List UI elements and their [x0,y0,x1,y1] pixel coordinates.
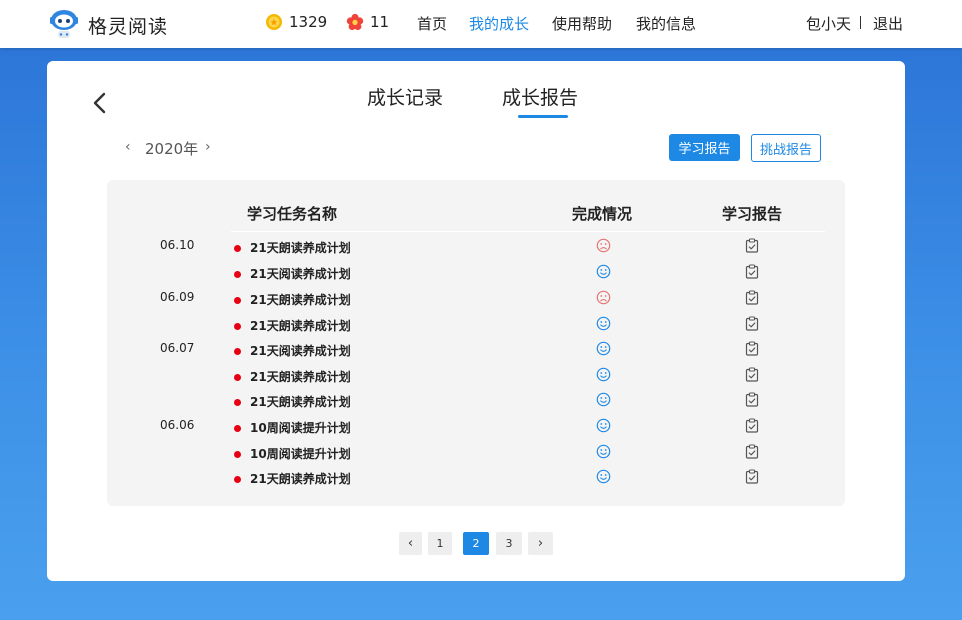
bullet-dot-icon [234,476,241,483]
task-name[interactable]: 21天朗读养成计划 [250,368,351,385]
task-name[interactable]: 21天阅读养成计划 [250,265,351,282]
top-bar: 格灵阅读 1329 11 首页 我的成长 使用帮助 我的信息 包小天 退出 [0,0,962,48]
page-next-button[interactable]: › [528,532,553,555]
nav-help[interactable]: 使用帮助 [552,13,612,34]
robot-logo-icon [50,10,78,38]
tab-growth-report[interactable]: 成长报告 [502,83,578,110]
smile-face-icon[interactable] [596,341,611,356]
page-prev-button[interactable]: ‹ [399,532,422,555]
clipboard-report-icon[interactable] [745,341,759,356]
study-report-button[interactable]: 学习报告 [669,134,740,161]
report-card: 成长记录 成长报告 ‹ 2020年 › 学习报告 挑战报告 学习任务名称 完成情… [47,61,905,581]
task-name[interactable]: 21天朗读养成计划 [250,393,351,410]
divider [860,16,861,29]
column-header-task-name: 学习任务名称 [247,205,338,223]
sad-face-icon[interactable] [596,238,611,253]
table-row: 06.07 21天阅读养成计划 [107,341,845,367]
smile-face-icon[interactable] [596,367,611,382]
year-prev-icon[interactable]: ‹ [125,139,131,155]
user-name[interactable]: 包小天 [806,13,851,34]
logout-link[interactable]: 退出 [873,13,903,34]
bullet-dot-icon [234,297,241,304]
nav-my-growth[interactable]: 我的成长 [469,13,529,34]
table-row: 21天朗读养成计划 [107,392,845,418]
table-row: 06.10 21天朗读养成计划 [107,238,845,264]
coin-icon [266,14,282,30]
coin-counter: 1329 [265,13,327,31]
page-2-button[interactable]: 2 [463,532,489,555]
page-1-button[interactable]: 1 [428,532,452,555]
table-row: 06.06 10周阅读提升计划 [107,418,845,444]
bullet-dot-icon [234,271,241,278]
task-name[interactable]: 21天朗读养成计划 [250,291,351,308]
header-divider [231,231,825,232]
smile-face-icon[interactable] [596,418,611,433]
smile-face-icon[interactable] [596,469,611,484]
column-header-report: 学习报告 [722,205,783,223]
flower-counter: 11 [346,13,389,31]
flower-icon [346,13,364,31]
table-row: 21天朗读养成计划 [107,316,845,342]
smile-face-icon[interactable] [596,392,611,407]
clipboard-report-icon[interactable] [745,444,759,459]
bullet-dot-icon [234,348,241,355]
clipboard-report-icon[interactable] [745,418,759,433]
task-name[interactable]: 21天阅读养成计划 [250,342,351,359]
task-name[interactable]: 10周阅读提升计划 [250,419,351,436]
bullet-dot-icon [234,323,241,330]
row-date: 06.07 [160,341,195,355]
row-date: 06.06 [160,418,195,432]
task-name[interactable]: 21天朗读养成计划 [250,317,351,334]
task-table: 学习任务名称 完成情况 学习报告 06.10 21天朗读养成计划 21天阅读养成计划… [107,180,845,506]
nav-home[interactable]: 首页 [417,13,447,34]
year-label: 2020年 [145,140,199,158]
row-date: 06.09 [160,290,195,304]
bullet-dot-icon [234,451,241,458]
bullet-dot-icon [234,425,241,432]
tab-growth-record[interactable]: 成长记录 [367,83,443,110]
bullet-dot-icon [234,374,241,381]
clipboard-report-icon[interactable] [745,264,759,279]
back-arrow-icon[interactable] [89,91,113,115]
smile-face-icon[interactable] [596,264,611,279]
sad-face-icon[interactable] [596,290,611,305]
bullet-dot-icon [234,245,241,252]
year-next-icon[interactable]: › [205,139,211,155]
bullet-dot-icon [234,399,241,406]
clipboard-report-icon[interactable] [745,469,759,484]
task-name[interactable]: 21天朗读养成计划 [250,239,351,256]
clipboard-report-icon[interactable] [745,392,759,407]
coin-count: 1329 [289,13,328,31]
clipboard-report-icon[interactable] [745,238,759,253]
table-row: 10周阅读提升计划 [107,444,845,470]
app-name: 格灵阅读 [88,16,169,38]
task-name[interactable]: 10周阅读提升计划 [250,445,351,462]
table-row: 06.09 21天朗读养成计划 [107,290,845,316]
nav-my-info[interactable]: 我的信息 [636,13,696,34]
challenge-report-button[interactable]: 挑战报告 [751,134,821,162]
table-row: 21天朗读养成计划 [107,469,845,495]
column-header-status: 完成情况 [572,205,633,223]
page-3-button[interactable]: 3 [496,532,522,555]
clipboard-report-icon[interactable] [745,316,759,331]
active-tab-indicator [518,115,568,118]
smile-face-icon[interactable] [596,316,611,331]
table-row: 21天阅读养成计划 [107,264,845,290]
table-row: 21天朗读养成计划 [107,367,845,393]
clipboard-report-icon[interactable] [745,367,759,382]
row-date: 06.10 [160,238,195,252]
task-name[interactable]: 21天朗读养成计划 [250,470,351,487]
smile-face-icon[interactable] [596,444,611,459]
clipboard-report-icon[interactable] [745,290,759,305]
flower-count: 11 [370,13,390,31]
